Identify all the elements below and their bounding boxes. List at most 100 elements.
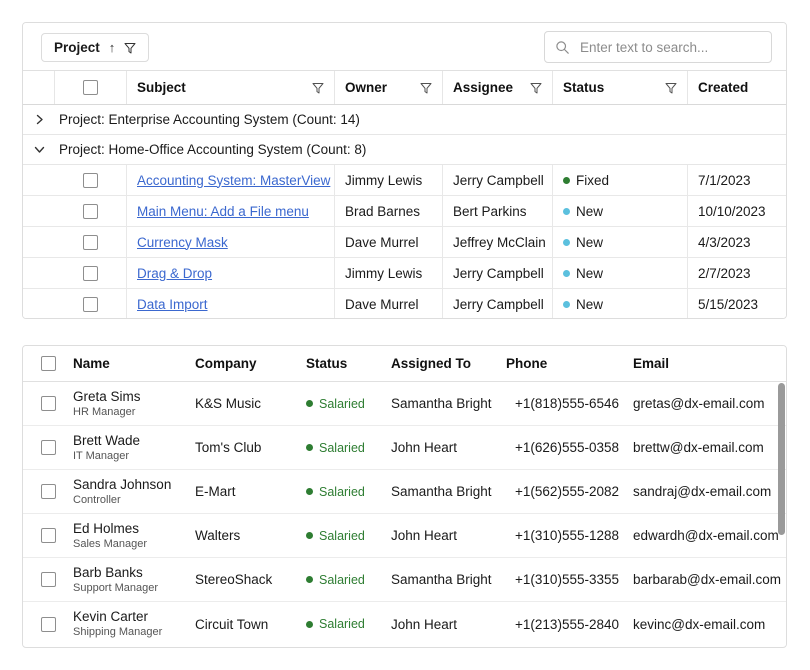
funnel-icon[interactable]: [124, 42, 136, 54]
status-label: Salaried: [319, 617, 365, 631]
cell-phone: +1(213)555-2840: [506, 617, 633, 632]
select-all-checkbox[interactable]: [83, 80, 98, 95]
subject-link[interactable]: Currency Mask: [137, 235, 228, 250]
cell-phone: +1(310)555-3355: [506, 572, 633, 587]
row-select-cell[interactable]: [23, 396, 73, 411]
group-panel-chip-project[interactable]: Project ↑: [41, 33, 149, 62]
list-item[interactable]: Brett WadeIT ManagerTom's ClubSalariedJo…: [23, 426, 786, 470]
status-dot: [563, 177, 570, 184]
row-checkbox[interactable]: [41, 484, 56, 499]
funnel-icon-assignee[interactable]: [530, 82, 542, 94]
funnel-icon-owner[interactable]: [420, 82, 432, 94]
list-header-company[interactable]: Company: [195, 356, 306, 371]
status-label: Fixed: [576, 173, 609, 188]
list-header-phone[interactable]: Phone: [506, 356, 633, 371]
scrollbar-thumb[interactable]: [778, 383, 785, 535]
row-checkbox[interactable]: [83, 266, 98, 281]
grid-group-row[interactable]: Project: Home-Office Accounting System (…: [23, 135, 786, 165]
row-checkbox[interactable]: [83, 235, 98, 250]
row-indent: [23, 227, 55, 257]
list-item[interactable]: Greta SimsHR ManagerK&S MusicSalariedSam…: [23, 382, 786, 426]
cell-company: E-Mart: [195, 484, 306, 499]
cell-subject[interactable]: Drag & Drop: [127, 258, 335, 288]
subject-link[interactable]: Data Import: [137, 297, 208, 312]
list-header-status[interactable]: Status: [306, 356, 391, 371]
funnel-icon-status[interactable]: [665, 82, 677, 94]
grid-header-created[interactable]: Created: [688, 71, 786, 104]
row-select-cell[interactable]: [55, 196, 127, 226]
list-item[interactable]: Sandra JohnsonControllerE-MartSalariedSa…: [23, 470, 786, 514]
list-header-name[interactable]: Name: [73, 356, 195, 371]
select-all-checkbox[interactable]: [41, 356, 56, 371]
grid-header-assignee[interactable]: Assignee: [443, 71, 553, 104]
list-header-select-all[interactable]: [23, 356, 73, 371]
row-indent: [23, 258, 55, 288]
table-row[interactable]: Main Menu: Add a File menuBrad BarnesBer…: [23, 196, 786, 227]
table-row[interactable]: Accounting System: MasterViewJimmy Lewis…: [23, 165, 786, 196]
status-dot: [563, 208, 570, 215]
chevron-right-icon[interactable]: [23, 114, 55, 125]
employee-role: Support Manager: [73, 581, 189, 595]
employee-name: Brett Wade: [73, 433, 189, 449]
search-box[interactable]: [544, 31, 772, 63]
cell-subject[interactable]: Currency Mask: [127, 227, 335, 257]
row-select-cell[interactable]: [55, 258, 127, 288]
row-select-cell[interactable]: [55, 289, 127, 319]
funnel-icon-subject[interactable]: [312, 82, 324, 94]
subject-link[interactable]: Main Menu: Add a File menu: [137, 204, 309, 219]
cell-name: Ed HolmesSales Manager: [73, 521, 195, 551]
row-select-cell[interactable]: [23, 440, 73, 455]
cell-created: 7/1/2023: [688, 165, 786, 195]
list-item[interactable]: Barb BanksSupport ManagerStereoShackSala…: [23, 558, 786, 602]
cell-subject[interactable]: Accounting System: MasterView: [127, 165, 335, 195]
cell-assignee: Bert Parkins: [443, 196, 553, 226]
table-row[interactable]: Currency MaskDave MurrelJeffrey McClainN…: [23, 227, 786, 258]
row-select-cell[interactable]: [23, 484, 73, 499]
grid-header-status[interactable]: Status: [553, 71, 688, 104]
subject-link[interactable]: Accounting System: MasterView: [137, 173, 330, 188]
row-checkbox[interactable]: [83, 173, 98, 188]
row-checkbox[interactable]: [41, 617, 56, 632]
list-item[interactable]: Ed HolmesSales ManagerWaltersSalariedJoh…: [23, 514, 786, 558]
cell-subject[interactable]: Main Menu: Add a File menu: [127, 196, 335, 226]
grid-group-label: Project: Enterprise Accounting System (C…: [55, 112, 360, 127]
subject-link[interactable]: Drag & Drop: [137, 266, 212, 281]
list-item[interactable]: Kevin CarterShipping ManagerCircuit Town…: [23, 602, 786, 646]
cell-company: StereoShack: [195, 572, 306, 587]
grid-header-owner[interactable]: Owner: [335, 71, 443, 104]
row-select-cell[interactable]: [23, 528, 73, 543]
cell-status: Fixed: [553, 165, 688, 195]
cell-email: kevinc@dx-email.com: [633, 617, 786, 632]
grid-header-created-label: Created: [698, 80, 776, 95]
status-dot: [306, 621, 313, 628]
grid-header-subject[interactable]: Subject: [127, 71, 335, 104]
chevron-down-icon[interactable]: [23, 144, 55, 155]
row-indent: [23, 289, 55, 319]
row-select-cell[interactable]: [23, 617, 73, 632]
grid-header-select-all[interactable]: [55, 71, 127, 104]
list-header-email[interactable]: Email: [633, 356, 786, 371]
table-row[interactable]: Drag & DropJimmy LewisJerry CampbellNew2…: [23, 258, 786, 289]
status-label: New: [576, 235, 603, 250]
cell-subject[interactable]: Data Import: [127, 289, 335, 319]
cell-assignee: Jerry Campbell: [443, 165, 553, 195]
row-checkbox[interactable]: [83, 297, 98, 312]
list-vertical-scrollbar[interactable]: [778, 383, 785, 646]
row-checkbox[interactable]: [41, 440, 56, 455]
cell-company: Walters: [195, 528, 306, 543]
row-select-cell[interactable]: [23, 572, 73, 587]
row-select-cell[interactable]: [55, 165, 127, 195]
cell-name: Kevin CarterShipping Manager: [73, 609, 195, 639]
table-row[interactable]: Data ImportDave MurrelJerry CampbellNew5…: [23, 289, 786, 319]
grid-group-label: Project: Home-Office Accounting System (…: [55, 142, 366, 157]
row-checkbox[interactable]: [83, 204, 98, 219]
list-header-assigned[interactable]: Assigned To: [391, 356, 506, 371]
row-checkbox[interactable]: [41, 528, 56, 543]
row-checkbox[interactable]: [41, 396, 56, 411]
row-checkbox[interactable]: [41, 572, 56, 587]
grid-group-row[interactable]: Project: Enterprise Accounting System (C…: [23, 105, 786, 135]
row-select-cell[interactable]: [55, 227, 127, 257]
sort-ascending-icon[interactable]: ↑: [109, 41, 116, 54]
search-input[interactable]: [578, 39, 761, 56]
grid-header-owner-label: Owner: [345, 80, 420, 95]
